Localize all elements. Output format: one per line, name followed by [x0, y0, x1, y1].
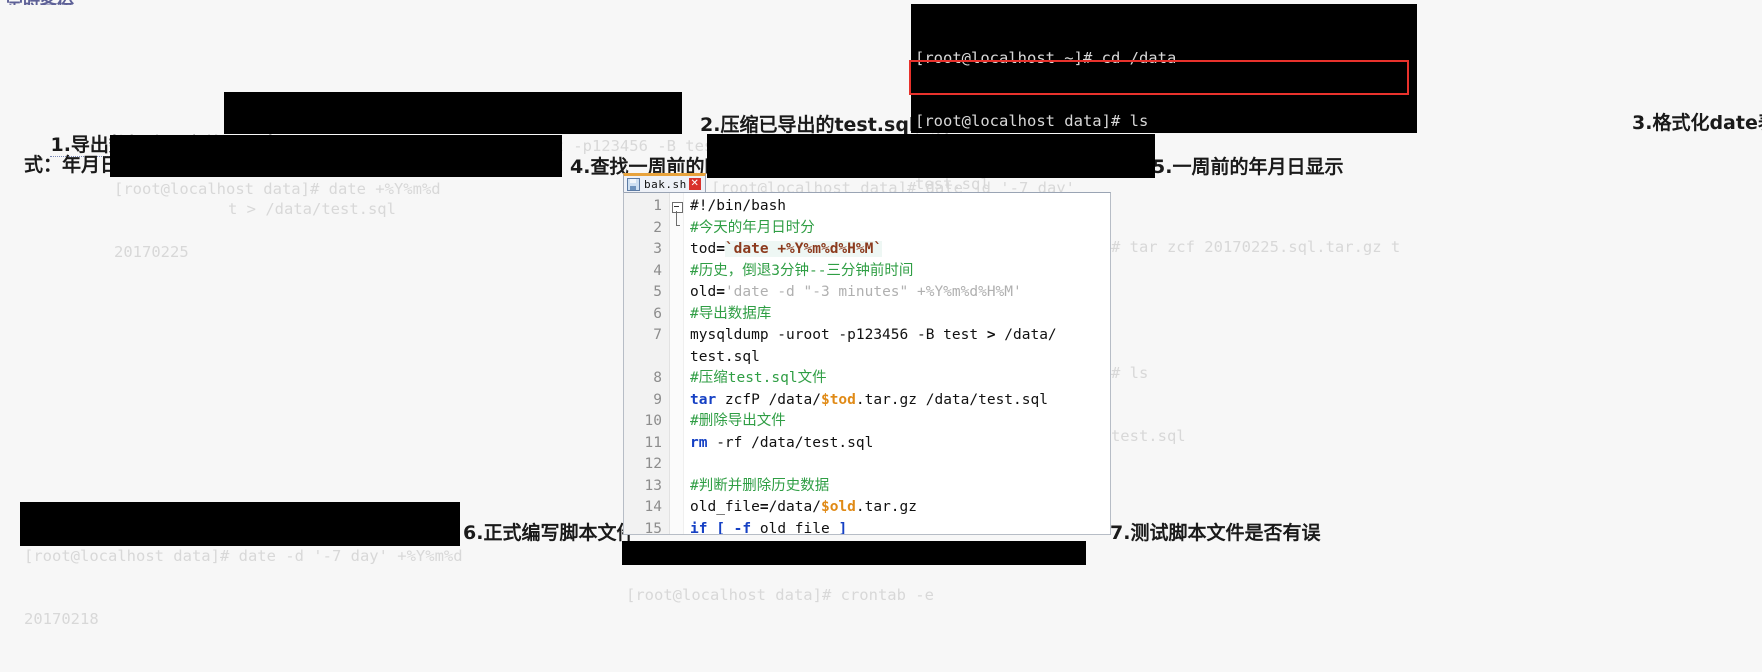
annotation-3: 3.格式化date表达形: [1632, 112, 1762, 134]
editor-code-line[interactable]: old='date -d "-3 minutes" +%Y%m%d%H%M': [690, 282, 1110, 304]
editor-code-lines[interactable]: #!/bin/bash #今天的年月日时分 tod=`date +%Y%m%d%H%…: [684, 193, 1110, 534]
code-token: #压缩test.sql文件: [690, 370, 827, 386]
editor-line-number: 12: [644, 456, 662, 472]
fold-bracket-line: [676, 211, 680, 226]
code-token: =: [759, 499, 769, 515]
editor-tabbar: bak.sh ✕: [618, 173, 1111, 192]
code-token: test.sql: [690, 348, 760, 365]
editor-code-area[interactable]: 1234567 89101112131415161718 #!/bin/bash…: [623, 192, 1111, 535]
editor-line-number: 14: [644, 499, 662, 515]
editor-code-line[interactable]: #今天的年月日时分: [690, 218, 1110, 240]
editor-line-number-gutter: 1234567 89101112131415161718: [624, 193, 670, 534]
editor-code-line[interactable]: #判断并删除历史数据: [690, 476, 1110, 498]
annotation-3-cont: 式：年月日: [24, 154, 120, 176]
editor-line-number: 13: [644, 477, 662, 494]
code-token: rm: [690, 434, 708, 451]
code-editor-window[interactable]: bak.sh ✕ 1234567 89101112131415161718 #!…: [618, 173, 1111, 535]
code-token: old_file: [690, 499, 760, 515]
terminal-line: [root@localhost ~]# cd /data: [915, 49, 1177, 67]
code-token: /data/: [995, 327, 1057, 343]
close-icon[interactable]: ✕: [688, 178, 701, 190]
code-token: $tod: [820, 391, 856, 408]
code-token: old: [690, 284, 717, 300]
editor-line-number: 4: [653, 262, 662, 279]
code-token: -rf /data/test.sql: [707, 434, 874, 451]
editor-code-line[interactable]: [690, 454, 1110, 476]
terminal-line: [root@localhost data]# date -d '-7 day' …: [24, 547, 463, 565]
annotation-6: 6.正式编写脚本文件: [463, 522, 636, 544]
terminal-line: [root@localhost data]# ls: [915, 112, 1149, 130]
code-token: #判断并删除历史数据: [690, 477, 830, 494]
page-title: 定时备份: [6, 0, 74, 5]
code-token: [: [716, 520, 725, 535]
code-token: #导出数据库: [690, 305, 772, 322]
code-token: #历史，倒退3分钟--三分钟前时间: [690, 262, 914, 279]
editor-code-line[interactable]: mysqldump -uroot -p123456 -B test > /dat…: [690, 325, 1110, 368]
code-token: tar: [690, 391, 717, 408]
terminal-line: [root@localhost data]# date +%Y%m%d: [114, 180, 441, 198]
editor-tab-label: bak.sh: [644, 177, 687, 191]
terminal-tar-block[interactable]: [root@localhost ~]# cd /data [root@local…: [911, 4, 1417, 445]
editor-code-line[interactable]: #删除导出文件: [690, 411, 1110, 433]
editor-code-line[interactable]: #!/bin/bash: [690, 196, 1110, 218]
editor-line-number: 2: [653, 219, 662, 236]
screenshot-root: 定时备份 1.导出数据库到文件目录中 [root@localhost ~]# m…: [0, 0, 1762, 631]
code-token: old_file: [751, 520, 839, 535]
code-token: .tar.gz /data/test.sql: [855, 391, 1048, 408]
terminal-mysqldump[interactable]: [root@localhost ~]# mysqldump -uroot -p1…: [224, 92, 713, 218]
code-token: #今天的年月日时分: [690, 219, 815, 236]
editor-line-number: 1: [653, 198, 662, 214]
terminal-date-minus7[interactable]: [root@localhost data]# date -d '-7 day' …: [707, 134, 1155, 260]
editor-line-number: 5: [653, 284, 662, 300]
editor-code-line[interactable]: rm -rf /data/test.sql: [690, 433, 1110, 455]
code-token: /data/: [768, 499, 821, 515]
editor-tab-bak-sh[interactable]: bak.sh ✕: [623, 173, 706, 192]
editor-code-line[interactable]: #历史，倒退3分钟--三分钟前时间: [690, 261, 1110, 283]
terminal-line: [root@localhost data]# crontab -e: [626, 586, 934, 604]
code-token: .tar.gz: [855, 499, 917, 515]
editor-line-number: 8: [653, 370, 662, 386]
code-token: tod: [690, 241, 717, 257]
editor-code-line[interactable]: old_file=/data/$old.tar.gz: [690, 497, 1110, 519]
editor-line-number: 9: [653, 391, 662, 408]
editor-line-number: 11: [644, 434, 662, 451]
editor-line-number-blank: [624, 347, 669, 369]
editor-fold-column[interactable]: [670, 193, 684, 534]
code-token: >: [986, 327, 996, 343]
code-token: $old: [820, 499, 856, 515]
code-token: ]: [838, 520, 848, 535]
code-token: mysqldump -uroot -p123456 -B test: [690, 327, 987, 343]
editor-code-line[interactable]: tar zcfP /data/$tod.tar.gz /data/test.sq…: [690, 390, 1110, 412]
code-token: #!/bin/bash: [690, 198, 787, 214]
fold-collapse-icon[interactable]: [672, 202, 683, 213]
code-token: 'date -d "-3 minutes" +%Y%m%d%H%M': [724, 284, 1022, 300]
editor-line-number: 3: [653, 241, 662, 257]
code-token: `date +%Y%m%d%H%M`: [724, 241, 883, 257]
editor-code-line[interactable]: #导出数据库: [690, 304, 1110, 326]
editor-line-number: 10: [644, 413, 662, 429]
terminal-line: 20170218: [24, 610, 99, 628]
save-disk-icon: [627, 177, 640, 191]
editor-line-number: 7: [653, 327, 662, 343]
terminal-date-format[interactable]: [root@localhost data]# date +%Y%m%d 2017…: [110, 135, 562, 261]
code-token: if: [690, 520, 708, 535]
annotation-7: 7.测试脚本文件是否有误: [1110, 522, 1321, 544]
editor-line-number: 6: [653, 305, 662, 322]
terminal-line: 20170225: [114, 243, 189, 261]
editor-code-line[interactable]: tod=`date +%Y%m%d%H%M`: [690, 239, 1110, 261]
code-token: -f: [733, 520, 752, 535]
editor-code-line[interactable]: if [ -f old_file ]: [690, 519, 1110, 535]
terminal-crontab[interactable]: [root@localhost data]# crontab -e: [622, 541, 1086, 604]
code-token: =: [716, 241, 725, 257]
editor-line-number: 15: [644, 520, 662, 535]
terminal-date-minus7-format[interactable]: [root@localhost data]# date -d '-7 day' …: [20, 502, 463, 628]
code-token: =: [716, 284, 725, 300]
editor-code-line[interactable]: #压缩test.sql文件: [690, 368, 1110, 390]
code-token: #删除导出文件: [690, 413, 786, 429]
code-token: zcfP /data/: [716, 391, 821, 408]
